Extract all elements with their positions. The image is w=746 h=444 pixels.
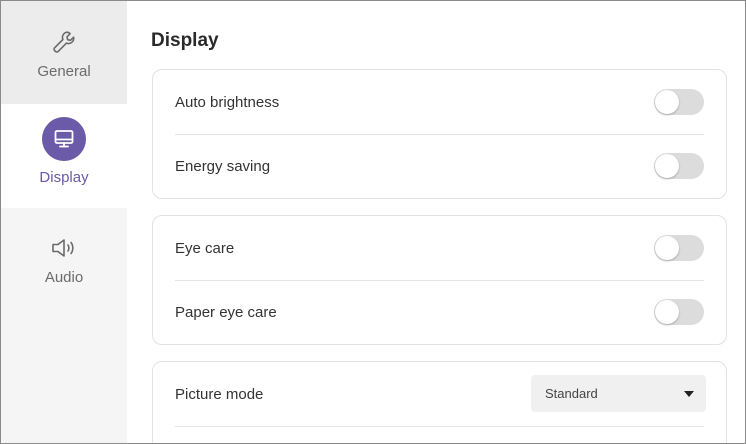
picture-mode-value: Standard [545, 386, 598, 401]
setting-row-eye-care: Eye care [153, 216, 726, 280]
page-title: Display [151, 30, 219, 51]
sidebar-item-label: Display [39, 169, 89, 186]
picture-mode-select[interactable]: Standard [531, 375, 706, 412]
setting-label: Paper eye care [175, 303, 277, 321]
sidebar-item-audio[interactable]: Audio [1, 208, 127, 308]
sidebar-item-general[interactable]: General [1, 1, 127, 104]
settings-card: Eye care Paper eye care [152, 215, 727, 345]
caret-down-icon [684, 391, 694, 397]
sidebar-item-display[interactable]: Display [1, 104, 127, 208]
setting-row-energy-saving: Energy saving [153, 134, 726, 198]
wrench-icon [51, 27, 77, 57]
settings-card: Picture mode Standard [152, 361, 727, 443]
auto-brightness-toggle[interactable] [654, 89, 704, 115]
setting-label: Energy saving [175, 157, 271, 175]
settings-window: General Display Audio Display Auto brigh… [0, 0, 746, 444]
divider [175, 426, 704, 427]
sidebar: General Display Audio [1, 1, 127, 443]
setting-row-auto-brightness: Auto brightness [153, 70, 726, 134]
setting-row-paper-eye-care: Paper eye care [153, 280, 726, 344]
energy-saving-toggle[interactable] [654, 153, 704, 179]
paper-eye-care-toggle[interactable] [654, 299, 704, 325]
setting-label: Auto brightness [175, 93, 280, 111]
toggle-knob [655, 90, 679, 114]
monitor-icon [42, 117, 86, 161]
eye-care-toggle[interactable] [654, 235, 704, 261]
setting-label: Picture mode [175, 385, 264, 403]
main-panel: Display Auto brightness Energy saving Ey… [127, 1, 745, 443]
setting-row-picture-mode: Picture mode Standard [153, 362, 726, 426]
sidebar-item-label: Audio [44, 269, 84, 286]
toggle-knob [655, 300, 679, 324]
speaker-icon [50, 233, 78, 263]
setting-label: Eye care [175, 239, 235, 257]
toggle-knob [655, 236, 679, 260]
settings-card: Auto brightness Energy saving [152, 69, 727, 199]
sidebar-item-label: General [37, 63, 91, 80]
toggle-knob [655, 154, 679, 178]
